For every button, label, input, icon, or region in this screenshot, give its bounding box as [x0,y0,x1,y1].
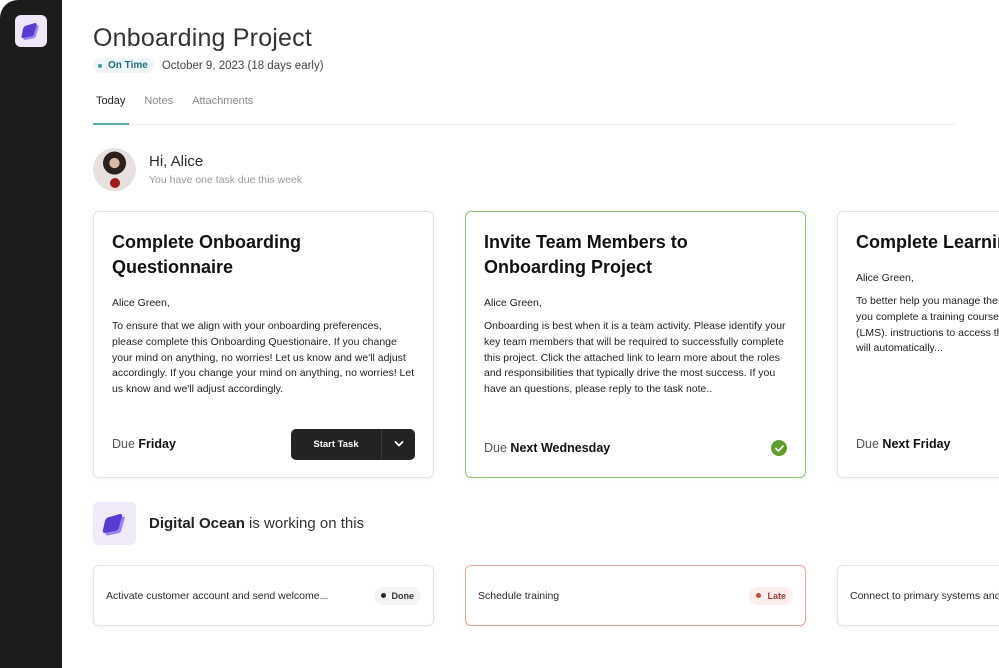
task-title: Complete Onboarding Questionnaire [112,232,301,277]
task-title: Complete Learning Training [856,232,999,252]
agency-name: Digital Ocean [149,515,245,532]
status-label: On Time [108,60,148,71]
agency-header: Digital Ocean is working on this [93,502,364,545]
avatar[interactable] [93,148,136,191]
start-task-split-button: Start Task [291,428,415,460]
task-salutation: Alice Green, [484,297,542,309]
layers-icon [102,513,125,535]
main-content: Onboarding Project On Time October 9, 20… [62,0,999,668]
greeting-title: Hi, Alice [149,153,204,170]
start-task-button[interactable]: Start Task [291,428,382,460]
tab-notes[interactable]: Notes [144,92,173,124]
task-description: Onboarding is best when it is a team act… [484,320,786,396]
check-circle-icon [771,440,787,456]
task-description: To ensure that we align with your onboar… [112,320,415,396]
due-prefix: Due [112,437,135,451]
task-title: Invite Team Members to Onboarding Projec… [484,232,688,277]
task-footer: Due Next Friday [856,429,999,459]
tab-bar: Today Notes Attachments [93,92,955,125]
project-status-row: On Time October 9, 2023 (18 days early) [93,58,324,73]
page-title: Onboarding Project [93,24,313,52]
task-footer: Due Friday Start Task [112,428,415,460]
status-badge: On Time [93,58,154,73]
app-logo[interactable] [15,15,47,47]
tab-today[interactable]: Today [93,92,130,125]
greeting: Hi, Alice You have one task due this wee… [93,148,302,191]
task-card[interactable]: Invite Team Members to Onboarding Projec… [465,211,806,478]
due-value: Next Friday [882,437,951,451]
agency-task-item[interactable]: Connect to primary systems and... [837,565,999,626]
agency-logo [93,502,136,545]
dot-icon [380,593,386,598]
due-prefix: Due [484,441,507,455]
agency-task-item[interactable]: Activate customer account and send welco… [93,565,434,626]
task-card[interactable]: Complete Onboarding Questionnaire Alice … [93,211,434,478]
agency-suffix: is working on this [249,515,365,532]
pill-label: Late [767,590,786,601]
pill-label: Done [391,590,415,601]
task-salutation: Alice Green, [856,272,914,284]
due-value: Next Wednesday [510,441,611,455]
agency-text: Digital Ocean is working on this [149,515,364,532]
due-value: Friday [138,437,176,451]
greeting-subtitle: You have one task due this week [149,174,303,186]
task-due: Due Next Wednesday [484,441,610,455]
sidebar [0,0,62,668]
task-salutation: Alice Green, [112,297,170,309]
agency-task-label: Connect to primary systems and... [850,589,999,602]
tab-attachments[interactable]: Attachments [192,92,253,124]
status-pill-late: Late [749,586,793,605]
start-task-dropdown-button[interactable] [382,429,415,460]
status-pill-done: Done [373,586,421,605]
agency-task-label: Activate customer account and send welco… [106,589,329,602]
task-due: Due Friday [112,437,176,451]
due-prefix: Due [856,437,879,451]
layers-icon [21,23,39,40]
project-due-date: October 9, 2023 (18 days early) [161,59,324,72]
dot-icon [756,593,762,598]
task-footer: Due Next Wednesday [484,433,787,463]
task-due: Due Next Friday [856,437,951,451]
status-dot-icon [98,63,102,68]
agency-task-item[interactable]: Schedule training Late [465,565,806,626]
task-description: To better help you manage the management… [856,295,999,355]
task-card[interactable]: Complete Learning Training Alice Green, … [837,211,999,478]
chevron-down-icon [394,441,403,447]
agency-task-label: Schedule training [478,589,560,602]
